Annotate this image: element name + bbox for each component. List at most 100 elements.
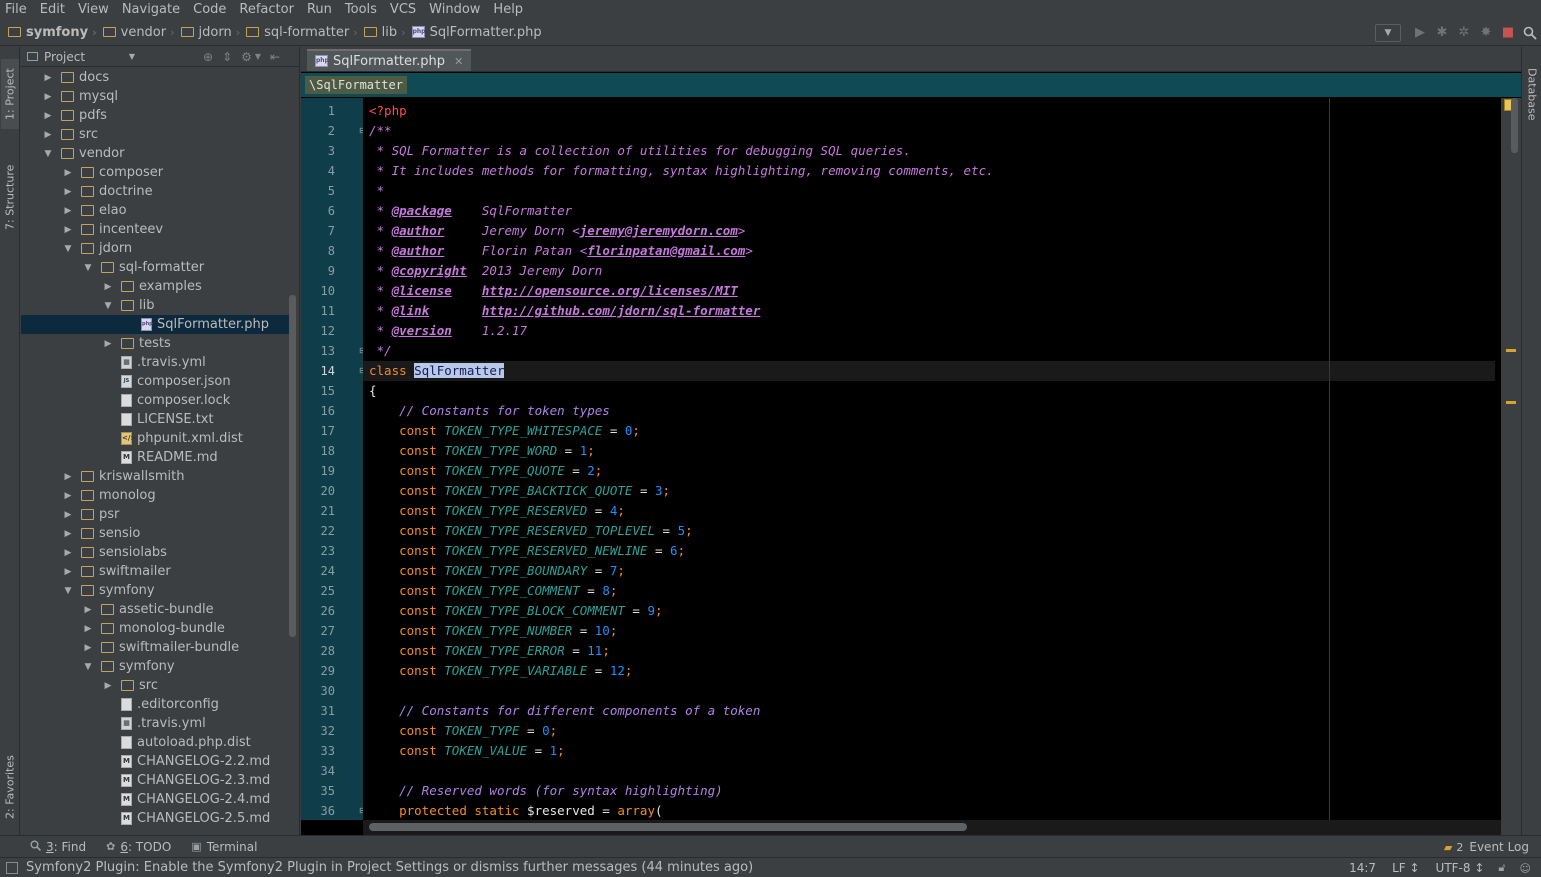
collapsed-arrow-icon[interactable]: ▶ xyxy=(41,111,55,121)
breadcrumb-item[interactable]: jdorn › xyxy=(180,25,240,40)
menu-code[interactable]: Code xyxy=(193,2,226,17)
breadcrumb-item[interactable]: php SqlFormatter.php xyxy=(411,25,542,40)
collapsed-arrow-icon[interactable]: ▶ xyxy=(81,605,95,615)
expanded-arrow-icon[interactable]: ▼ xyxy=(61,244,75,254)
todo-tool-button[interactable]: ✿ 6 : TODO xyxy=(106,840,171,854)
terminal-tool-button[interactable]: ▣ Terminal xyxy=(191,840,257,854)
tree-folder[interactable]: ▶ src xyxy=(21,125,289,144)
tree-folder[interactable]: ▼ sql-formatter xyxy=(21,258,289,277)
tree-file[interactable]: M CHANGELOG-2.3.md xyxy=(21,771,289,790)
tree-folder[interactable]: ▶ psr xyxy=(21,505,289,524)
menu-help[interactable]: Help xyxy=(493,2,523,17)
debug-icon[interactable]: ✱ xyxy=(1431,23,1453,43)
breadcrumb-item[interactable]: symfony › xyxy=(8,25,97,40)
collapsed-arrow-icon[interactable]: ▶ xyxy=(61,529,75,539)
collapsed-arrow-icon[interactable]: ▶ xyxy=(61,187,75,197)
tree-folder[interactable]: ▶ monolog xyxy=(21,486,289,505)
warning-marker[interactable] xyxy=(1506,401,1516,404)
collapsed-arrow-icon[interactable]: ▶ xyxy=(101,282,115,292)
stop-icon[interactable]: ■ xyxy=(1497,23,1519,43)
tree-folder[interactable]: ▶ examples xyxy=(21,277,289,296)
collapsed-arrow-icon[interactable]: ▶ xyxy=(41,73,55,83)
collapsed-arrow-icon[interactable]: ▶ xyxy=(61,472,75,482)
collapsed-arrow-icon[interactable]: ▶ xyxy=(101,681,115,691)
collapsed-arrow-icon[interactable]: ▶ xyxy=(41,92,55,102)
tree-folder[interactable]: ▶ incenteev xyxy=(21,220,289,239)
menu-edit[interactable]: Edit xyxy=(40,2,65,17)
warning-marker[interactable] xyxy=(1506,349,1516,352)
tree-file[interactable]: ▦ .travis.yml xyxy=(21,714,289,733)
tree-folder[interactable]: ▶ swiftmailer-bundle xyxy=(21,638,289,657)
menu-vcs[interactable]: VCS xyxy=(390,2,416,17)
tree-file[interactable]: LICENSE.txt xyxy=(21,410,289,429)
encoding-selector[interactable]: UTF-8 ↕ xyxy=(1436,861,1485,875)
tree-file[interactable]: </> phpunit.xml.dist xyxy=(21,429,289,448)
close-icon[interactable]: ✕ xyxy=(454,55,463,68)
collapsed-arrow-icon[interactable]: ▶ xyxy=(81,624,95,634)
tree-file[interactable]: .editorconfig xyxy=(21,695,289,714)
collapsed-arrow-icon[interactable]: ▶ xyxy=(61,168,75,178)
expanded-arrow-icon[interactable]: ▼ xyxy=(41,149,55,159)
gear-dropdown-icon[interactable]: ▼ xyxy=(255,52,261,61)
coverage-icon[interactable]: ✸ xyxy=(1475,23,1497,43)
menu-tools[interactable]: Tools xyxy=(345,2,377,17)
scroll-from-source-icon[interactable]: ⊕ xyxy=(203,50,213,64)
tree-folder[interactable]: ▶ composer xyxy=(21,163,289,182)
tree-folder[interactable]: ▶ monolog-bundle xyxy=(21,619,289,638)
project-tool-tab[interactable]: 1: Project xyxy=(1,59,19,129)
tree-folder[interactable]: ▶ sensiolabs xyxy=(21,543,289,562)
tree-file[interactable]: M CHANGELOG-2.5.md xyxy=(21,809,289,828)
tree-folder[interactable]: ▶ src xyxy=(21,676,289,695)
tree-folder[interactable]: ▼ jdorn xyxy=(21,239,289,258)
collapsed-arrow-icon[interactable]: ▶ xyxy=(61,567,75,577)
menu-window[interactable]: Window xyxy=(429,2,480,17)
run-icon[interactable]: ▶ xyxy=(1409,23,1431,43)
tree-file[interactable]: M README.md xyxy=(21,448,289,467)
project-view-selector[interactable]: Project ▼ xyxy=(27,50,135,64)
inspector-icon[interactable]: ☺︎ xyxy=(1520,862,1531,875)
gear-icon[interactable]: ⚙ xyxy=(241,50,252,64)
search-everywhere-icon[interactable] xyxy=(1519,23,1541,43)
expanded-arrow-icon[interactable]: ▼ xyxy=(61,586,75,596)
collapsed-arrow-icon[interactable]: ▶ xyxy=(61,206,75,216)
expanded-arrow-icon[interactable]: ▼ xyxy=(101,301,115,311)
tree-file[interactable]: M CHANGELOG-2.2.md xyxy=(21,752,289,771)
tree-folder[interactable]: ▼ vendor xyxy=(21,144,289,163)
tree-folder[interactable]: ▶ sensio xyxy=(21,524,289,543)
tree-folder[interactable]: ▶ assetic-bundle xyxy=(21,600,289,619)
favorites-tool-tab[interactable]: 2: Favorites xyxy=(1,747,19,827)
collapsed-arrow-icon[interactable]: ▶ xyxy=(101,339,115,349)
collapsed-arrow-icon[interactable]: ▶ xyxy=(61,548,75,558)
tree-folder[interactable]: ▶ doctrine xyxy=(21,182,289,201)
tree-file[interactable]: php SqlFormatter.php xyxy=(21,315,289,334)
tree-folder[interactable]: ▼ lib xyxy=(21,296,289,315)
class-breadcrumb[interactable]: \SqlFormatter xyxy=(305,76,407,94)
editor-tab[interactable]: php SqlFormatter.php ✕ xyxy=(307,49,472,71)
tree-folder[interactable]: ▶ elao xyxy=(21,201,289,220)
structure-tool-tab[interactable]: 7: Structure xyxy=(1,157,19,237)
caret-position[interactable]: 14:7 xyxy=(1349,861,1376,875)
menu-run[interactable]: Run xyxy=(307,2,332,17)
horizontal-scrollbar[interactable] xyxy=(369,823,967,831)
tree-folder[interactable]: ▶ tests xyxy=(21,334,289,353)
status-toggle-icon[interactable] xyxy=(6,861,18,874)
expanded-arrow-icon[interactable]: ▼ xyxy=(81,263,95,273)
collapsed-arrow-icon[interactable]: ▶ xyxy=(41,130,55,140)
status-message[interactable]: Symfony2 Plugin: Enable the Symfony2 Plu… xyxy=(26,860,753,875)
hide-panel-icon[interactable]: ⇤ xyxy=(270,50,280,64)
vertical-scrollbar[interactable] xyxy=(1511,98,1518,153)
database-tool-tab[interactable]: Database xyxy=(1523,57,1541,132)
find-tool-button[interactable]: 3 : Find xyxy=(30,840,86,854)
tree-file[interactable]: autoload.php.dist xyxy=(21,733,289,752)
menu-file[interactable]: File xyxy=(5,2,27,17)
breadcrumb-item[interactable]: sql-formatter › xyxy=(246,25,358,40)
event-log-button[interactable]: ▰ 2 Event Log xyxy=(1444,836,1529,858)
collapsed-arrow-icon[interactable]: ▶ xyxy=(61,491,75,501)
tree-folder[interactable]: ▶ kriswallsmith xyxy=(21,467,289,486)
menu-navigate[interactable]: Navigate xyxy=(122,2,180,17)
breadcrumb-item[interactable]: lib › xyxy=(363,25,406,40)
tree-file[interactable]: composer.lock xyxy=(21,391,289,410)
code-editor[interactable]: <?php /** * SQL Formatter is a collection… xyxy=(363,98,1501,820)
collapsed-arrow-icon[interactable]: ▶ xyxy=(81,643,95,653)
profile-icon[interactable]: ✲ xyxy=(1453,23,1475,43)
